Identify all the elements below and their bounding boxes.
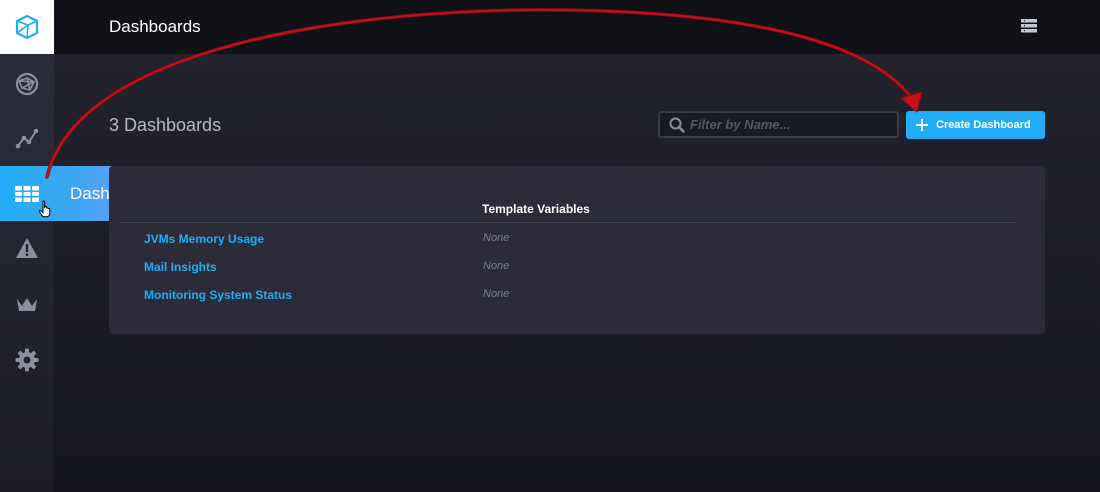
dashboards-count: 3 Dashboards — [109, 115, 222, 135]
dashboard-link[interactable]: JVMs Memory Usage — [144, 232, 264, 246]
data-explorer-icon — [15, 72, 39, 96]
table-row: Monitoring System Status None — [144, 288, 1004, 306]
filter-box — [658, 111, 899, 138]
filter-by-name-input[interactable] — [690, 113, 890, 136]
logo-icon — [15, 14, 39, 40]
sidebar-item-alerts[interactable] — [0, 221, 54, 275]
table-row: JVMs Memory Usage None — [144, 232, 1004, 250]
template-variables-value: None — [483, 232, 510, 244]
alert-icon — [16, 238, 38, 258]
table-row: Mail Insights None — [144, 260, 1004, 278]
table-header-divider — [119, 222, 1017, 223]
dashboard-link[interactable]: Monitoring System Status — [144, 288, 292, 302]
sidebar — [0, 0, 54, 492]
template-variables-value: None — [483, 288, 510, 300]
dashboard-link[interactable]: Mail Insights — [144, 260, 217, 274]
sidebar-item-settings[interactable] — [0, 333, 54, 387]
gear-icon — [15, 348, 39, 372]
plus-icon — [916, 119, 928, 131]
page-title: Dashboards — [109, 17, 201, 36]
sidebar-item-graph[interactable] — [0, 112, 54, 166]
hand-cursor-icon — [38, 200, 51, 218]
create-dashboard-label: Create Dashboard — [936, 119, 1031, 131]
column-header-template-variables: Template Variables — [482, 202, 590, 216]
top-header: Dashboards — [54, 0, 1100, 54]
template-variables-value: None — [483, 260, 510, 272]
create-dashboard-button[interactable]: Create Dashboard — [906, 111, 1045, 139]
sidebar-item-admin[interactable] — [0, 278, 54, 332]
dashboards-icon — [15, 185, 39, 202]
crown-icon — [17, 298, 37, 311]
logo[interactable] — [0, 0, 54, 54]
dashboards-table: Template Variables JVMs Memory Usage Non… — [109, 166, 1045, 334]
graph-icon — [15, 128, 39, 149]
sidebar-item-data-explorer[interactable] — [0, 57, 54, 111]
list-menu-icon[interactable] — [1021, 19, 1037, 33]
search-icon — [669, 117, 685, 133]
